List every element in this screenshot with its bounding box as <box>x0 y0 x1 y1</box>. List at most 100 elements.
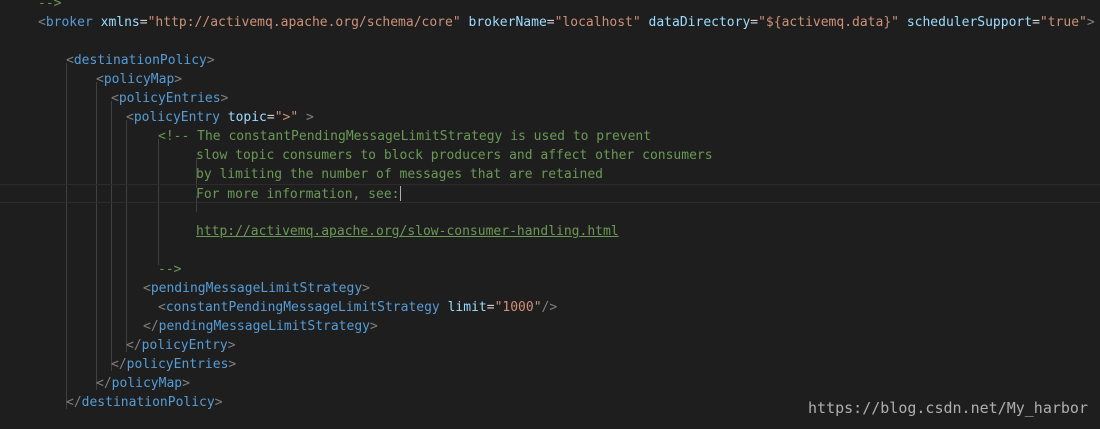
code-line-text: </pendingMessageLimitStrategy> <box>143 317 378 336</box>
code-line[interactable]: </policyEntries> <box>0 355 1100 374</box>
code-line[interactable]: For more information, see: <box>0 184 1100 203</box>
code-token: </ <box>66 395 82 410</box>
code-line-text: --> <box>38 0 61 13</box>
code-line[interactable]: <constantPendingMessageLimitStrategy lim… <box>0 298 1100 317</box>
code-token: > <box>1086 15 1095 30</box>
code-line[interactable] <box>0 241 1100 260</box>
code-token: < <box>38 15 46 30</box>
code-line-text: </destinationPolicy> <box>66 393 223 412</box>
code-editor[interactable]: --> <broker xmlns="http://activemq.apache… <box>0 0 1100 429</box>
code-line[interactable]: http://activemq.apache.org/slow-consumer… <box>0 222 1100 241</box>
code-token: > <box>362 281 370 296</box>
code-token: = <box>750 15 759 30</box>
text-cursor <box>399 186 401 201</box>
code-token: < <box>66 53 74 68</box>
code-token: <!-- The constantPendingMessageLimitStra… <box>158 129 652 144</box>
code-token: > <box>214 395 223 410</box>
code-token: "${activemq.data}" <box>758 15 899 30</box>
code-token: For more information, see: <box>196 187 400 202</box>
code-line[interactable]: slow topic consumers to block producers … <box>0 146 1100 165</box>
code-token: pendingMessageLimitStrategy <box>158 319 370 334</box>
code-line[interactable] <box>0 203 1100 222</box>
code-line-text: slow topic consumers to block producers … <box>196 146 713 165</box>
code-token: = <box>486 300 495 315</box>
code-token: = <box>139 15 148 30</box>
code-token: destinationPolicy <box>81 395 215 410</box>
code-token: --> <box>38 0 62 11</box>
code-token: </ <box>143 319 159 334</box>
code-line[interactable]: </pendingMessageLimitStrategy> <box>0 317 1100 336</box>
code-token: pendingMessageLimitStrategy <box>150 281 363 296</box>
code-line[interactable]: --> <box>0 0 1100 13</box>
code-token: broker <box>45 15 93 30</box>
code-token: topic <box>227 110 267 125</box>
code-line[interactable]: <pendingMessageLimitStrategy> <box>0 279 1100 298</box>
code-token: policyMap <box>111 376 183 391</box>
code-token: </ <box>111 357 127 372</box>
code-line[interactable]: <policyMap> <box>0 70 1100 89</box>
code-line-text: <policyEntries> <box>111 89 228 108</box>
code-token: < <box>143 281 151 296</box>
code-token: "1000" <box>494 300 542 315</box>
code-token: by limiting the number of messages that … <box>196 167 603 182</box>
code-token: > <box>220 91 229 106</box>
code-line[interactable] <box>0 32 1100 51</box>
code-line-text: </policyMap> <box>96 374 190 393</box>
code-token: --> <box>158 262 182 277</box>
code-token: policyEntry <box>141 338 228 353</box>
code-line-text: <broker xmlns="http://activemq.apache.or… <box>38 13 1095 32</box>
link-token[interactable]: http://activemq.apache.org/slow-consumer… <box>196 224 619 239</box>
code-token: schedulerSupport <box>906 15 1033 30</box>
code-token: > <box>206 53 215 68</box>
code-line-text: <policyEntry topic=">" > <box>126 108 314 127</box>
code-line[interactable]: </policyEntry> <box>0 336 1100 355</box>
code-line-text: For more information, see: <box>196 185 401 204</box>
code-token: limit <box>447 300 487 315</box>
code-line[interactable]: <!-- The constantPendingMessageLimitStra… <box>0 127 1100 146</box>
code-line[interactable]: </policyMap> <box>0 374 1100 393</box>
code-token: policyMap <box>103 72 175 87</box>
code-token: < <box>96 72 104 87</box>
code-token: > <box>182 376 190 391</box>
code-token: </ <box>96 376 112 391</box>
code-line[interactable]: <broker xmlns="http://activemq.apache.or… <box>0 13 1100 32</box>
code-token: = <box>1032 15 1040 30</box>
code-token: < <box>111 91 119 106</box>
code-line-text: by limiting the number of messages that … <box>196 165 603 184</box>
code-token: policyEntries <box>118 91 221 106</box>
code-token: > <box>227 338 236 353</box>
code-token: < <box>126 110 134 125</box>
code-token: destinationPolicy <box>73 53 207 68</box>
code-token: "http://activemq.apache.org/schema/core" <box>147 15 461 30</box>
code-token: > <box>306 110 314 125</box>
code-line[interactable]: by limiting the number of messages that … <box>0 165 1100 184</box>
code-token: "true" <box>1039 15 1087 30</box>
code-line-text: <constantPendingMessageLimitStrategy lim… <box>158 298 557 317</box>
code-line[interactable]: <policyEntries> <box>0 89 1100 108</box>
code-line-text: <pendingMessageLimitStrategy> <box>143 279 370 298</box>
code-token: ">" <box>274 110 299 125</box>
code-token: > <box>228 357 237 372</box>
code-token: policyEntry <box>133 110 220 125</box>
code-token: policyEntries <box>126 357 229 372</box>
code-token: </ <box>126 338 142 353</box>
code-line[interactable]: <policyEntry topic=">" > <box>0 108 1100 127</box>
code-line-text: </policyEntries> <box>111 355 236 374</box>
code-line[interactable]: <destinationPolicy> <box>0 51 1100 70</box>
code-token: "localhost" <box>554 15 641 30</box>
code-line-text: http://activemq.apache.org/slow-consumer… <box>196 222 619 241</box>
code-token: xmlns <box>100 15 140 30</box>
code-token: = <box>266 110 275 125</box>
code-line-text: <!-- The constantPendingMessageLimitStra… <box>158 127 651 146</box>
code-token: brokerName <box>468 15 547 30</box>
watermark: https://blog.csdn.net/My_harbor <box>808 399 1088 417</box>
code-token: dataDirectory <box>648 15 751 30</box>
code-line[interactable]: --> <box>0 260 1100 279</box>
code-line-text: </policyEntry> <box>126 336 236 355</box>
